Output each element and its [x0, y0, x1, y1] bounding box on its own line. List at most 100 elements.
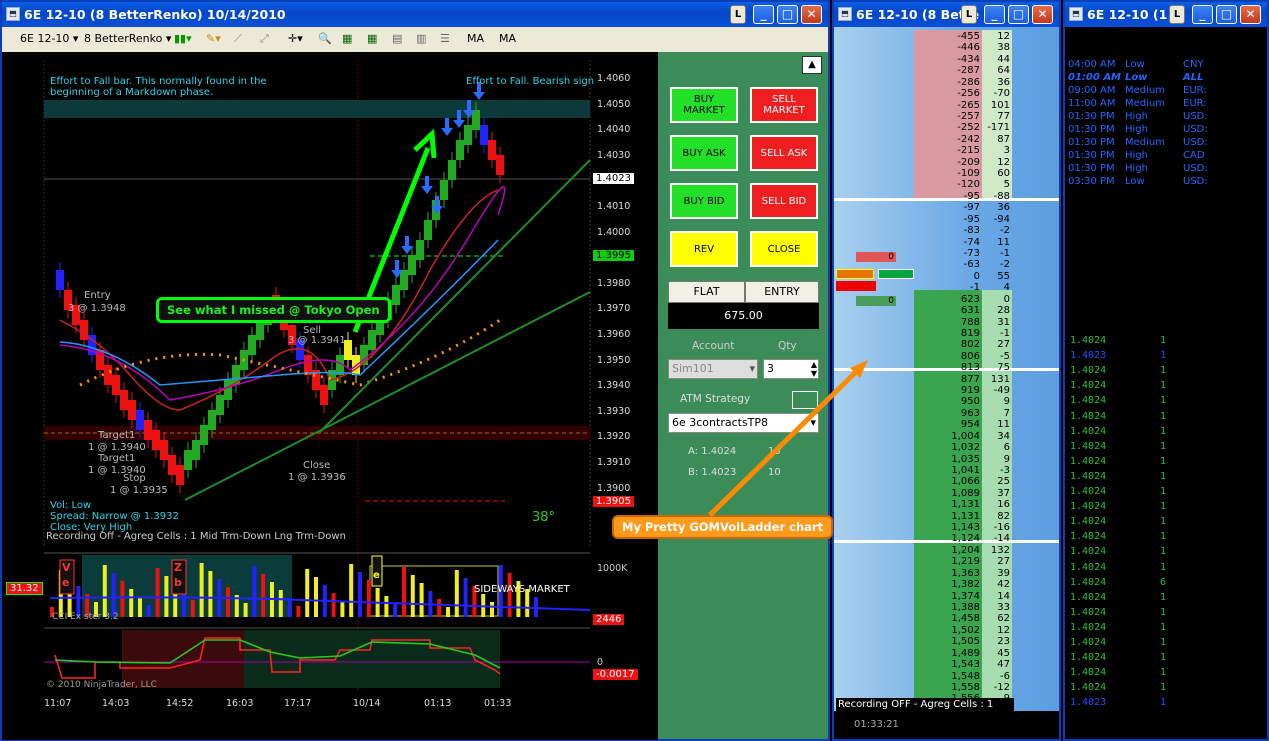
- target1-value-a: 1 @ 1.3940: [88, 442, 146, 453]
- ma-button-2[interactable]: MA: [499, 32, 516, 45]
- sell-market-button[interactable]: SELL MARKET: [750, 87, 818, 123]
- angle-label: 38°: [532, 510, 556, 525]
- bartype-selector[interactable]: 8 BetterRenko ▾: [84, 32, 171, 45]
- collapse-button[interactable]: ▲: [802, 56, 822, 74]
- bid-block-3: [878, 269, 914, 279]
- volume-tag: 2446: [593, 614, 625, 625]
- minimize-button[interactable]: _: [984, 5, 1005, 24]
- link-button[interactable]: L: [961, 5, 977, 24]
- ladder-titlebar[interactable]: ⬒ 6E 12-10 (8 Bette L _ □ ✕: [834, 2, 1059, 27]
- price-chart[interactable]: [2, 52, 658, 740]
- bid-block-5: 0: [856, 296, 896, 306]
- app-icon: ⬒: [6, 7, 20, 21]
- ladder-delta: 0: [1003, 293, 1010, 305]
- minimize-button[interactable]: _: [753, 5, 774, 24]
- stop-label: Stop: [123, 473, 146, 484]
- drawing-tool-icon[interactable]: ⟋: [234, 32, 242, 46]
- time-tick: 16:03: [226, 698, 254, 709]
- indicators-icon[interactable]: ▤: [392, 32, 402, 45]
- tape-size: 1: [1160, 395, 1167, 407]
- tape-size: 1: [1160, 697, 1167, 709]
- ladder-volume: -242: [957, 133, 980, 145]
- sell-ask-button[interactable]: SELL ASK: [750, 135, 818, 171]
- maximize-button[interactable]: □: [1216, 5, 1237, 24]
- price-tick: 1.4060: [597, 73, 631, 84]
- ladder-volume: 623: [960, 293, 980, 305]
- sideways-label: SIDEWAYS MARKET: [474, 584, 570, 595]
- link-button[interactable]: L: [1169, 5, 1185, 24]
- news-item-field: Low: [1125, 176, 1145, 187]
- vol-line-1: Vol: Low: [50, 500, 92, 511]
- price-tick: 1.4050: [597, 98, 631, 110]
- price-tick: 1.3910: [597, 457, 631, 468]
- crosshair-icon[interactable]: ✛▾: [288, 32, 303, 45]
- tape-size: 1: [1160, 637, 1167, 648]
- ladder-delta: 36: [997, 76, 1010, 88]
- ladder-delta: 11: [997, 236, 1010, 248]
- close-position-button[interactable]: CLOSE: [750, 231, 818, 267]
- buy-bid-button[interactable]: BUY BID: [670, 183, 738, 219]
- time-tick: 11:07: [44, 698, 72, 709]
- price-tick: 1.4000: [597, 226, 631, 238]
- ladder-volume: -95: [963, 213, 980, 225]
- close-button[interactable]: ✕: [801, 5, 822, 24]
- news-item-field: USD:: [1183, 176, 1208, 187]
- news-item-field: High: [1125, 163, 1148, 174]
- close-button[interactable]: ✕: [1032, 5, 1053, 24]
- news-item-field: 01:30 PM: [1068, 111, 1115, 122]
- news-item-field: 03:30 PM: [1068, 176, 1115, 187]
- ladder-volume: 963: [960, 407, 980, 419]
- tape-size: 1: [1160, 682, 1167, 694]
- link-button[interactable]: L: [730, 5, 746, 24]
- time-tick: 10/14: [353, 698, 381, 709]
- price-tick: 1.4030: [597, 149, 631, 161]
- zoom-out-icon[interactable]: ⤢: [260, 32, 269, 46]
- ma-button-1[interactable]: MA: [467, 32, 484, 45]
- ladder-delta: -3: [1000, 464, 1010, 476]
- ladder-volume: -287: [957, 65, 980, 77]
- instrument-selector[interactable]: 6E 12-10 ▾: [20, 32, 78, 45]
- order-panel-icon[interactable]: ▦: [342, 32, 352, 45]
- buy-market-button[interactable]: BUY MARKET: [670, 87, 738, 123]
- properties-icon[interactable]: ☰: [440, 32, 450, 45]
- news-item-field: Low: [1125, 59, 1145, 70]
- draw-pencil-icon[interactable]: ✎▾: [206, 32, 221, 45]
- flat-label: FLAT: [668, 281, 745, 303]
- ladder-delta: -12: [993, 681, 1010, 693]
- tape-size: 1: [1160, 410, 1167, 422]
- volume-bar: [252, 566, 257, 617]
- ladder-delta: 27: [997, 556, 1010, 568]
- buy-ask-button[interactable]: BUY ASK: [670, 135, 738, 171]
- sell-bid-button[interactable]: SELL BID: [750, 183, 818, 219]
- ladder-delta: 31: [997, 316, 1010, 328]
- target1-label-b: Target1: [98, 453, 136, 464]
- tape-size: 1: [1160, 561, 1167, 573]
- volume-bar: [534, 597, 538, 617]
- ladder-delta: -88: [993, 190, 1010, 202]
- zoom-icon[interactable]: 🔍: [318, 32, 332, 45]
- ladder-volume: -265: [957, 99, 980, 111]
- maximize-button[interactable]: □: [1008, 5, 1029, 24]
- ladder-volume: -455: [957, 31, 980, 42]
- ladder-delta: 16: [997, 499, 1010, 511]
- volume-bar: [331, 593, 336, 617]
- ladder-delta: 27: [997, 339, 1010, 351]
- maximize-button[interactable]: □: [777, 5, 798, 24]
- volume-bar: [190, 600, 195, 617]
- tape-size: 1: [1160, 667, 1167, 679]
- tape-price: 1.4024: [1070, 380, 1107, 392]
- chart-trader-icon[interactable]: ▦: [367, 32, 377, 45]
- ladder-volume: 1,131: [951, 499, 980, 511]
- bid-block-4: [836, 281, 876, 291]
- bar-style-icon[interactable]: ▮▮▾: [174, 32, 192, 45]
- rev-button[interactable]: REV: [670, 231, 738, 267]
- volume-bar: [120, 581, 125, 617]
- price-tick: 1.4040: [597, 124, 631, 136]
- chart-titlebar[interactable]: ⬒ 6E 12-10 (8 BetterRenko) 10/14/2010 L _…: [2, 2, 828, 27]
- close-button[interactable]: ✕: [1240, 5, 1261, 24]
- minimize-button[interactable]: _: [1192, 5, 1213, 24]
- tape-titlebar[interactable]: ⬒ 6E 12-10 (1 M L _ □ ✕: [1065, 2, 1267, 27]
- strategies-icon[interactable]: ▥: [416, 32, 426, 45]
- tape-price: 1.4024: [1070, 682, 1107, 694]
- tape-size: 1: [1160, 486, 1167, 497]
